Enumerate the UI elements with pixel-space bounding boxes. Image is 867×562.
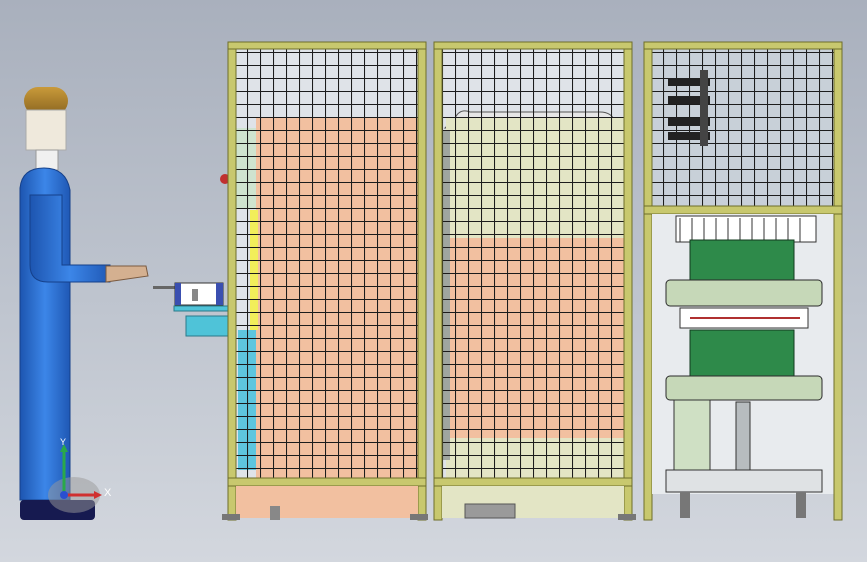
operator-hand [105, 265, 149, 283]
assembly-scene [19, 41, 843, 521]
right-cabinet [643, 41, 843, 521]
operator-face [25, 109, 67, 151]
cad-viewport[interactable]: X Y [0, 0, 867, 562]
upper-fixture [689, 239, 795, 281]
middle-cabinet [433, 41, 636, 521]
y-axis-label: Y [60, 437, 67, 447]
lower-fixture [689, 329, 795, 377]
upper-plate [665, 279, 823, 307]
x-axis-label: X [104, 487, 112, 499]
gripper-comb [675, 215, 817, 243]
lower-plate [665, 375, 823, 401]
left-cabinet [220, 41, 428, 521]
feed-tray [153, 282, 235, 337]
operator-figure [19, 87, 149, 520]
z-axis-dot-icon [60, 491, 68, 499]
